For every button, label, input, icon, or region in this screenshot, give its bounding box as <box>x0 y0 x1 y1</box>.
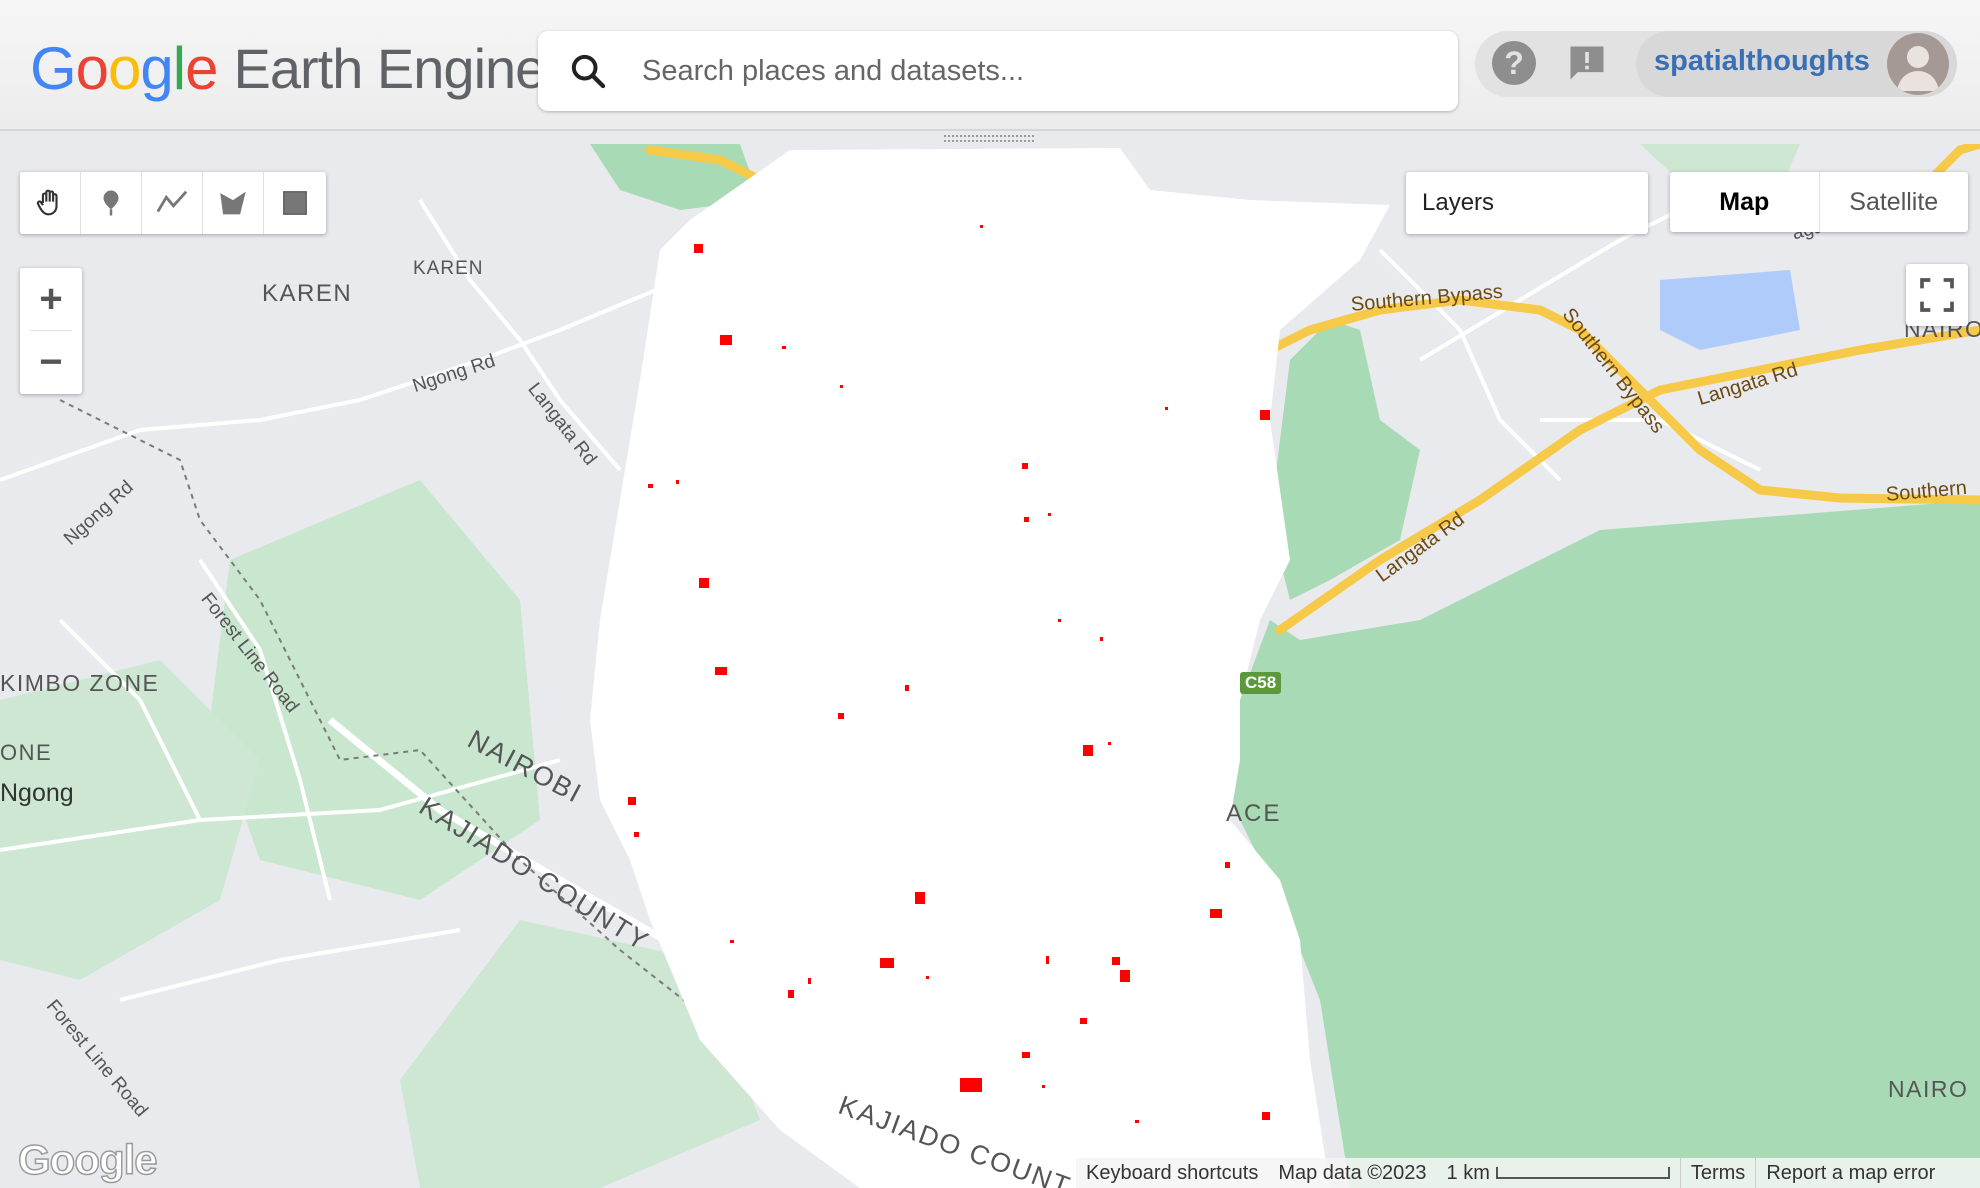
fullscreen-icon <box>1920 278 1954 312</box>
layers-button[interactable]: Layers <box>1406 172 1648 234</box>
detection-pixel <box>905 685 909 691</box>
detection-pixel <box>648 484 653 488</box>
map-type-satellite-button[interactable]: Satellite <box>1820 172 1969 232</box>
detection-pixel <box>676 480 679 484</box>
detection-pixel <box>1210 909 1222 918</box>
map-label: KAREN <box>262 280 353 307</box>
detection-pixel <box>1046 956 1049 964</box>
logo-letter: o <box>108 34 141 102</box>
detection-pixel <box>628 797 636 805</box>
map-label: KIMBO ZONE <box>0 670 160 696</box>
detection-pixel <box>1120 970 1130 982</box>
detection-pixel <box>1022 463 1028 469</box>
zoom-out-button[interactable]: − <box>20 331 82 393</box>
polygon-icon <box>220 191 246 215</box>
detection-pixel <box>808 978 811 984</box>
detection-pixel <box>1108 742 1111 745</box>
detection-pixel <box>926 976 929 979</box>
detection-pixel <box>980 225 983 228</box>
detection-pixel <box>699 578 709 588</box>
avatar[interactable] <box>1887 33 1949 95</box>
panel-resize-handle[interactable] <box>944 134 1036 144</box>
map-label: KAREN <box>413 258 484 279</box>
logo-letter: g <box>140 34 173 102</box>
map-type-control: Map Satellite <box>1670 172 1968 232</box>
zoom-in-button[interactable]: + <box>20 268 82 330</box>
logo-letter: o <box>75 34 109 102</box>
pan-button[interactable] <box>20 172 81 234</box>
draw-polygon-button[interactable] <box>203 172 264 234</box>
detection-pixel <box>720 335 732 345</box>
detection-pixel <box>1058 619 1061 622</box>
map-attribution-bar: Keyboard shortcuts Map data ©2023 1 km T… <box>1076 1158 1980 1188</box>
map-label: NAIRO <box>1888 1076 1969 1102</box>
detection-pixel <box>634 832 639 837</box>
detection-pixel <box>960 1078 982 1092</box>
detection-pixel <box>1262 1112 1270 1120</box>
marker-icon <box>103 190 119 216</box>
help-icon[interactable]: ? <box>1492 41 1536 85</box>
detection-pixel <box>1048 513 1051 516</box>
map-label: Ngong <box>0 779 74 807</box>
drawing-toolbar <box>20 172 326 234</box>
keyboard-shortcuts-link[interactable]: Keyboard shortcuts <box>1076 1162 1268 1185</box>
detection-pixel <box>915 892 925 904</box>
detection-pixel <box>1024 517 1029 522</box>
map-type-map-button[interactable]: Map <box>1670 172 1820 232</box>
route-shield: C58 <box>1240 672 1282 694</box>
fullscreen-button[interactable] <box>1906 264 1968 326</box>
logo-letter: l <box>172 34 186 102</box>
detection-pixel <box>1080 1018 1087 1024</box>
line-icon <box>156 190 188 213</box>
map-label: ACE <box>1226 800 1282 827</box>
report-map-error-link[interactable]: Report a map error <box>1756 1162 1945 1185</box>
detection-pixel <box>1165 407 1168 410</box>
detection-pixel <box>880 958 894 968</box>
account-username[interactable]: spatialthoughts <box>1654 45 1870 78</box>
detection-pixel <box>838 713 844 719</box>
scale-label: 1 km <box>1446 1161 1490 1184</box>
add-marker-button[interactable] <box>81 172 142 234</box>
detection-pixel <box>715 667 727 675</box>
detection-pixel <box>1225 862 1230 868</box>
detection-pixel <box>1022 1052 1030 1058</box>
hand-icon <box>36 189 58 216</box>
logo-product-name: Earth Engine <box>233 36 547 100</box>
zoom-control: + − <box>20 268 82 394</box>
earth-engine-logo[interactable]: Google Earth Engine <box>30 30 547 106</box>
search-input[interactable] <box>640 53 1444 89</box>
scale-bar <box>1495 1167 1670 1180</box>
draw-rectangle-button[interactable] <box>264 172 325 234</box>
detection-pixel <box>788 990 794 998</box>
detection-pixel <box>694 244 703 253</box>
detection-pixel <box>1112 957 1120 965</box>
map-label: ONE <box>0 740 53 765</box>
google-watermark: Google <box>17 1135 158 1184</box>
detection-pixel <box>730 940 734 943</box>
detection-pixel <box>782 346 786 349</box>
draw-line-button[interactable] <box>142 172 203 234</box>
detection-pixel <box>840 385 843 388</box>
rectangle-icon <box>282 191 307 215</box>
logo-letter: e <box>185 34 218 102</box>
search-icon <box>571 54 606 89</box>
scale-indicator: 1 km <box>1437 1162 1680 1185</box>
app-header: Google Earth Engine ? spatialthoughts <box>0 0 1980 131</box>
logo-letter: G <box>30 34 77 102</box>
detection-pixel <box>1042 1085 1045 1088</box>
detection-pixel <box>1135 1120 1139 1123</box>
map-data-text: Map data ©2023 <box>1278 1161 1427 1184</box>
detection-pixel <box>1260 410 1270 420</box>
search-box[interactable] <box>538 31 1458 111</box>
user-avatar-icon <box>1897 46 1939 91</box>
feedback-icon[interactable] <box>1565 41 1609 85</box>
map-canvas[interactable]: KAREN KAREN Ngong Rd Ngong Rd Langata Rd… <box>0 144 1980 1188</box>
terms-link[interactable]: Terms <box>1681 1162 1755 1185</box>
detection-pixel <box>1100 637 1103 641</box>
detection-pixel <box>1083 745 1093 756</box>
